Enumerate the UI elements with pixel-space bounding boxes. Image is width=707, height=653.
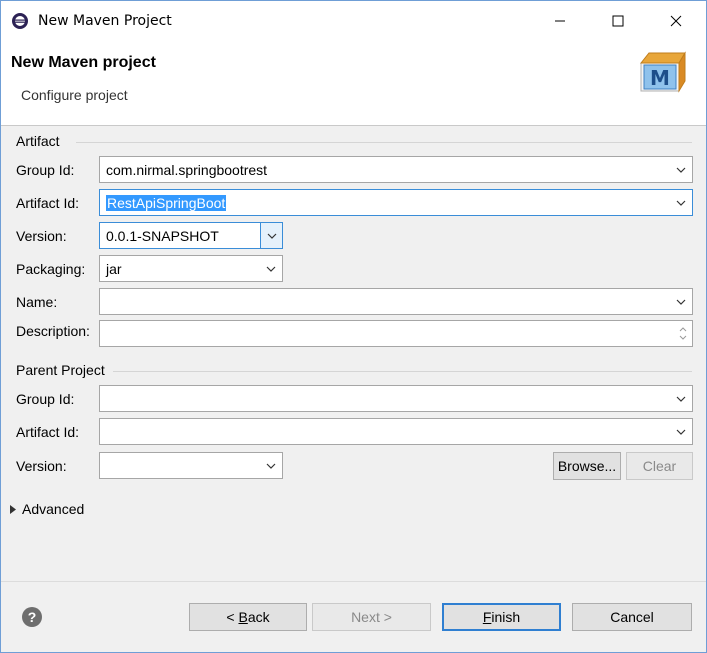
description-label: Description: — [16, 323, 90, 339]
artifact-group-id-combo[interactable]: com.nirmal.springbootrest — [99, 156, 693, 183]
chevron-up-icon[interactable] — [679, 327, 687, 332]
artifact-id-value: RestApiSpringBoot — [106, 194, 227, 211]
name-combo[interactable] — [99, 288, 693, 315]
next-button[interactable]: Next > — [312, 603, 431, 631]
parent-project-group-divider — [113, 371, 692, 372]
parent-version-label: Version: — [16, 458, 67, 474]
wizard-banner: New Maven project Configure project M — [1, 41, 706, 126]
artifact-group-heading: Artifact — [16, 133, 60, 149]
minimize-button[interactable] — [531, 1, 589, 41]
version-value: 0.0.1-SNAPSHOT — [106, 227, 219, 244]
expand-arrow-icon[interactable] — [10, 504, 16, 514]
maven-logo-icon: M — [639, 51, 686, 93]
packaging-combo[interactable]: jar — [99, 255, 283, 282]
parent-artifact-id-label: Artifact Id: — [16, 424, 80, 440]
artifact-id-label: Artifact Id: — [16, 195, 80, 211]
advanced-section-toggle[interactable]: Advanced — [10, 501, 84, 517]
chevron-down-icon[interactable] — [670, 157, 692, 182]
chevron-down-icon[interactable] — [260, 453, 282, 478]
artifact-group-divider — [76, 142, 692, 143]
maximize-icon — [612, 15, 624, 27]
minimize-icon — [555, 20, 565, 22]
parent-artifact-id-combo[interactable] — [99, 418, 693, 445]
eclipse-app-icon — [12, 13, 28, 29]
close-icon — [670, 15, 682, 27]
back-button[interactable]: < Back — [189, 603, 307, 631]
wizard-title: New Maven project — [11, 54, 156, 71]
clear-button[interactable]: Clear — [626, 452, 693, 480]
new-maven-project-dialog: New Maven Project New Maven project Conf… — [0, 0, 707, 653]
chevron-down-icon[interactable] — [679, 335, 687, 340]
cancel-button[interactable]: Cancel — [572, 603, 692, 631]
name-label: Name: — [16, 294, 58, 310]
packaging-label: Packaging: — [16, 261, 86, 277]
artifact-id-combo[interactable]: RestApiSpringBoot — [99, 189, 693, 216]
advanced-label: Advanced — [22, 501, 85, 517]
chevron-down-icon[interactable] — [670, 190, 692, 215]
scroll-arrows[interactable] — [674, 321, 692, 346]
chevron-down-icon[interactable] — [260, 256, 282, 281]
browse-button[interactable]: Browse... — [553, 452, 621, 480]
description-textarea[interactable] — [99, 320, 693, 347]
title-bar[interactable]: New Maven Project — [1, 1, 706, 41]
chevron-down-icon[interactable] — [260, 223, 282, 248]
version-combo[interactable]: 0.0.1-SNAPSHOT — [99, 222, 283, 249]
packaging-value: jar — [106, 260, 122, 277]
finish-button[interactable]: Finish — [442, 603, 561, 631]
artifact-group-id-label: Group Id: — [16, 162, 75, 178]
artifact-group-id-value: com.nirmal.springbootrest — [106, 161, 268, 178]
chevron-down-icon[interactable] — [670, 386, 692, 411]
chevron-down-icon[interactable] — [670, 289, 692, 314]
window-title: New Maven Project — [38, 13, 172, 29]
maximize-button[interactable] — [589, 1, 647, 41]
parent-version-combo[interactable] — [99, 452, 283, 479]
parent-group-id-combo[interactable] — [99, 385, 693, 412]
close-button[interactable] — [647, 1, 705, 41]
maven-logo-letter: M — [650, 66, 670, 90]
parent-project-group-heading: Parent Project — [16, 362, 105, 378]
version-label: Version: — [16, 228, 67, 244]
footer-divider — [1, 581, 706, 582]
chevron-down-icon[interactable] — [670, 419, 692, 444]
wizard-subtitle: Configure project — [21, 87, 128, 103]
parent-group-id-label: Group Id: — [16, 391, 75, 407]
help-icon[interactable]: ? — [22, 607, 42, 627]
